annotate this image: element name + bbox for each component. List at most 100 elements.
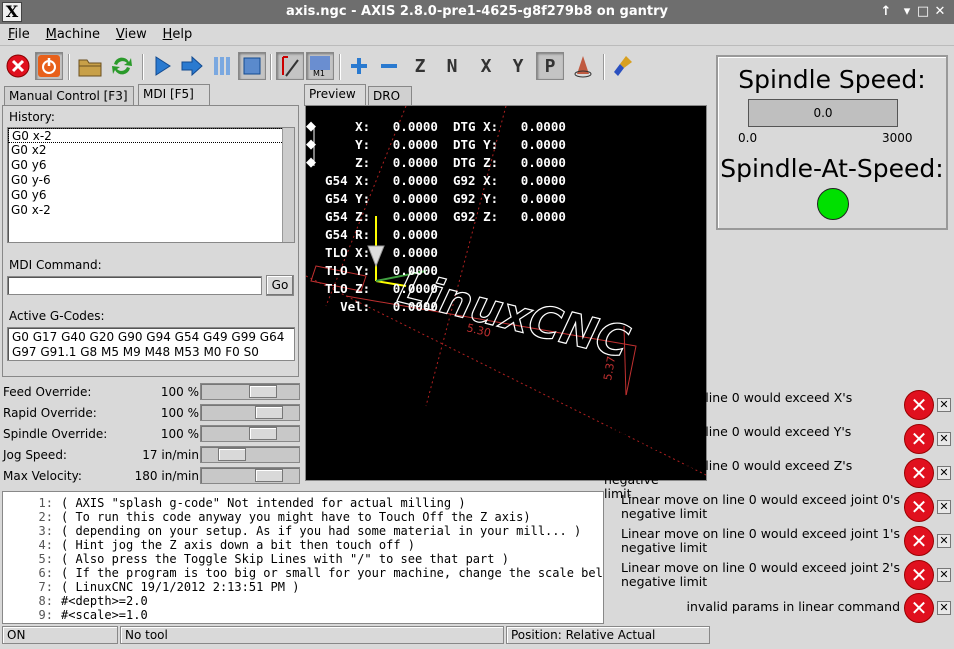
raise-icon[interactable]: ↑ bbox=[878, 4, 894, 20]
dismiss-button[interactable]: ✕ bbox=[937, 398, 951, 412]
gcode-line[interactable]: 8: #<depth>=2.0 bbox=[3, 594, 603, 608]
active-gcodes-line: G97 G91.1 G8 M5 M9 M48 M53 M0 F0 S0 bbox=[12, 345, 259, 359]
slider-knob[interactable] bbox=[249, 385, 277, 398]
minimize-icon[interactable]: ▾ bbox=[899, 4, 915, 20]
gcode-line[interactable]: 4: ( Hint jog the Z axis down a bit then … bbox=[3, 538, 603, 552]
gcode-listing[interactable]: 1: ( AXIS "splash g-code" Not intended fo… bbox=[2, 491, 604, 624]
slider-knob[interactable] bbox=[218, 448, 246, 461]
notification-text: Linear move on line 0 would exceed joint… bbox=[621, 527, 900, 555]
history-item[interactable]: G0 x-2 bbox=[8, 128, 294, 143]
line-number: 1: bbox=[38, 496, 53, 510]
line-text: #<depth>=2.0 bbox=[61, 594, 148, 608]
slider-knob[interactable] bbox=[249, 427, 277, 440]
stop-button[interactable] bbox=[238, 52, 266, 80]
view-z2-icon: N bbox=[446, 55, 458, 77]
close-icon[interactable]: ✕ bbox=[932, 4, 948, 20]
dismiss-button[interactable]: ✕ bbox=[937, 568, 951, 582]
open-file-button[interactable] bbox=[76, 52, 104, 80]
history-list[interactable]: G0 x-2 G0 x2 G0 y6 G0 y-6 G0 y6 G0 x-2 bbox=[7, 127, 295, 243]
rapid-override-slider[interactable] bbox=[200, 404, 300, 421]
step-button[interactable] bbox=[178, 52, 206, 80]
dismiss-button[interactable]: ✕ bbox=[937, 432, 951, 446]
history-item[interactable]: G0 y6 bbox=[8, 188, 294, 203]
dro-line: X: 0.0000 DTG X: 0.0000 bbox=[310, 119, 566, 134]
history-item[interactable]: G0 y-6 bbox=[8, 173, 294, 188]
line-number: 6: bbox=[38, 566, 53, 580]
dro-line: Vel: 0.0000 bbox=[310, 299, 438, 314]
notification-text: Linear move on line 0 would exceed joint… bbox=[621, 493, 900, 521]
jog-speed-label: Jog Speed: bbox=[3, 448, 67, 462]
run-button[interactable] bbox=[148, 52, 176, 80]
gcode-line[interactable]: 1: ( AXIS "splash g-code" Not intended fo… bbox=[3, 496, 603, 510]
slider-knob[interactable] bbox=[255, 406, 283, 419]
slider-knob[interactable] bbox=[255, 469, 283, 482]
gcode-line[interactable]: 7: ( LinuxCNC 19/1/2012 2:13:51 PM ) bbox=[3, 580, 603, 594]
pause-icon bbox=[214, 57, 230, 75]
view-p-button[interactable]: P bbox=[536, 52, 564, 80]
view-z2-button[interactable]: N bbox=[438, 52, 466, 80]
gcode-line[interactable]: 6: ( If the program is too big or small f… bbox=[3, 566, 603, 580]
tab-preview[interactable]: Preview bbox=[304, 84, 366, 106]
feed-override-slider[interactable] bbox=[200, 383, 300, 400]
maximize-icon[interactable]: □ bbox=[915, 4, 931, 20]
go-button[interactable]: Go bbox=[266, 275, 294, 296]
view-y-button[interactable]: Y bbox=[504, 52, 532, 80]
rapid-override-label: Rapid Override: bbox=[3, 406, 97, 420]
menu-file[interactable]: File bbox=[0, 24, 34, 42]
spindle-override-slider[interactable] bbox=[200, 425, 300, 442]
clear-plot-button[interactable] bbox=[610, 52, 638, 80]
rotate-view-button[interactable] bbox=[569, 52, 597, 80]
dismiss-button[interactable]: ✕ bbox=[937, 534, 951, 548]
skip-lines-button[interactable] bbox=[276, 52, 304, 80]
spindle-speed-title: Spindle Speed: bbox=[738, 65, 926, 94]
spindle-speed-max: 3000 bbox=[882, 131, 913, 145]
tab-dro[interactable]: DRO bbox=[368, 86, 412, 106]
zoom-out-button[interactable] bbox=[375, 52, 403, 80]
history-item[interactable]: G0 x2 bbox=[8, 143, 294, 158]
error-icon: ✕ bbox=[904, 492, 934, 522]
max-velocity-slider[interactable] bbox=[200, 467, 300, 484]
dismiss-button[interactable]: ✕ bbox=[937, 466, 951, 480]
dismiss-button[interactable]: ✕ bbox=[937, 601, 951, 615]
error-notification: Linear move on line 0 would exceed Y's n… bbox=[604, 422, 954, 467]
power-button[interactable] bbox=[35, 52, 63, 80]
dro-line: TLO X: 0.0000 bbox=[310, 245, 438, 260]
title-bar[interactable]: X axis.ngc - AXIS 2.8.0-pre1-4625-g8f279… bbox=[0, 0, 954, 24]
tab-mdi[interactable]: MDI [F5] bbox=[138, 84, 210, 106]
zoom-in-button[interactable] bbox=[345, 52, 373, 80]
estop-button[interactable] bbox=[4, 52, 32, 80]
menu-view[interactable]: View bbox=[108, 24, 151, 42]
run-icon bbox=[155, 56, 171, 76]
dro-line: TLO Y: 0.0000 bbox=[310, 263, 438, 278]
optional-stop-button[interactable]: M1 bbox=[306, 52, 334, 80]
gcode-line[interactable]: 9: #<scale>=1.0 bbox=[3, 608, 603, 622]
reload-button[interactable] bbox=[108, 52, 136, 80]
jog-speed-slider[interactable] bbox=[200, 446, 300, 463]
view-x-button[interactable]: X bbox=[472, 52, 500, 80]
dismiss-button[interactable]: ✕ bbox=[937, 500, 951, 514]
rotate-view-icon bbox=[574, 56, 592, 78]
view-z-icon: Z bbox=[414, 55, 426, 77]
history-scrollbar[interactable] bbox=[282, 128, 294, 242]
view-z-button[interactable]: Z bbox=[406, 52, 434, 80]
line-number: 2: bbox=[38, 510, 53, 524]
mdi-command-input[interactable] bbox=[7, 276, 262, 295]
dro-line: G54 X: 0.0000 G92 X: 0.0000 bbox=[310, 173, 566, 188]
gcode-line[interactable]: 5: ( Also press the Toggle Skip Lines wit… bbox=[3, 552, 603, 566]
reload-icon bbox=[112, 57, 132, 75]
notification-line: Linear move on line 0 would exceed X's n… bbox=[604, 390, 853, 419]
line-number: 9: bbox=[38, 608, 53, 622]
line-text: ( depending on your setup. As if you had… bbox=[61, 524, 582, 538]
gcode-line[interactable]: 3: ( depending on your setup. As if you h… bbox=[3, 524, 603, 538]
tab-manual-control[interactable]: Manual Control [F3] bbox=[4, 86, 134, 106]
error-notification: Linear move on line 0 would exceed joint… bbox=[604, 558, 954, 592]
gcode-line[interactable]: 2: ( To run this code anyway you might ha… bbox=[3, 510, 603, 524]
notification-line: negative limit bbox=[621, 506, 708, 521]
pause-button[interactable] bbox=[208, 52, 236, 80]
history-item[interactable]: G0 x-2 bbox=[8, 203, 294, 218]
error-icon: ✕ bbox=[904, 526, 934, 556]
menu-help[interactable]: Help bbox=[155, 24, 197, 42]
feed-override-value: 100 % bbox=[160, 385, 199, 399]
menu-machine[interactable]: Machine bbox=[38, 24, 104, 42]
history-item[interactable]: G0 y6 bbox=[8, 158, 294, 173]
